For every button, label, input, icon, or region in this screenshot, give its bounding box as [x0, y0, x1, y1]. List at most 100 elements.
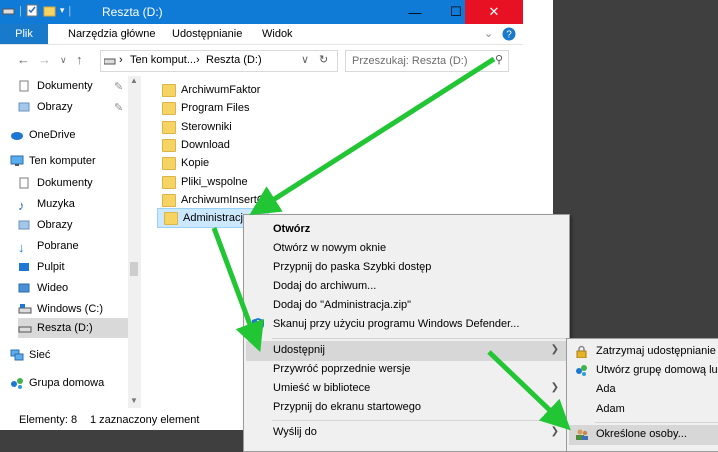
svg-text:?: ?: [506, 30, 512, 41]
menu-item-pin-start[interactable]: Przypnij do ekranu startowego: [246, 398, 567, 418]
menu-separator: [272, 420, 566, 421]
defender-icon: [251, 318, 265, 335]
up-button[interactable]: ↑: [76, 52, 83, 67]
forward-button[interactable]: →: [38, 52, 51, 67]
document-icon: [18, 177, 32, 189]
pictures-icon: [18, 219, 32, 231]
navigation-pane: Dokumenty ✎ Obrazy ✎ OneDrive Ten komput…: [0, 76, 143, 406]
properties-icon[interactable]: [26, 4, 39, 17]
nav-item-onedrive[interactable]: OneDrive: [10, 125, 75, 145]
list-item[interactable]: Pliki_wspolne: [156, 173, 248, 191]
nav-item-downloads[interactable]: ↓ Pobrane: [18, 236, 79, 256]
pin-icon[interactable]: ✎: [114, 80, 123, 93]
nav-item-videos[interactable]: Wideo: [18, 278, 68, 298]
close-button[interactable]: ✕: [465, 0, 523, 24]
folder-icon: [162, 156, 176, 170]
submenu-arrow-icon: ❯: [550, 426, 559, 437]
pictures-icon: [18, 101, 32, 113]
nav-item-homegroup[interactable]: Grupa domowa: [10, 373, 104, 393]
menu-item-open-new-window[interactable]: Otwórz w nowym oknie: [246, 239, 567, 259]
download-icon: ↓: [18, 240, 25, 255]
nav-item-pictures[interactable]: Obrazy: [18, 215, 72, 235]
address-bar[interactable]: › Ten komput... › Reszta (D:) ∨ ↻: [100, 50, 338, 72]
nav-item-network[interactable]: Sieć: [10, 345, 50, 365]
menu-item-include-library[interactable]: Umieść w bibliotece ❯: [246, 379, 567, 399]
submenu-arrow-icon: ❯: [550, 344, 559, 355]
ribbon-tabs: Plik Narzędzia główne Udostępnianie Wido…: [0, 24, 523, 45]
title-bar: | ▾ | Reszta (D:) — ☐ ✕: [0, 0, 523, 24]
menu-item-share[interactable]: Udostępnij ❯: [246, 341, 567, 361]
search-icon: ⚲: [494, 54, 503, 66]
expand-ribbon-icon[interactable]: ⌄: [484, 24, 493, 44]
list-item[interactable]: Kopie: [156, 154, 209, 172]
homegroup-icon: [575, 364, 588, 377]
help-icon[interactable]: ?: [502, 27, 516, 47]
video-icon: [18, 282, 32, 294]
context-menu: Otwórz Otwórz w nowym oknie Przypnij do …: [243, 214, 570, 452]
nav-scrollbar[interactable]: ▲ ▼: [128, 76, 141, 408]
list-item[interactable]: Sterowniki: [156, 118, 232, 136]
nav-item-desktop[interactable]: Pulpit: [18, 257, 65, 277]
menu-item-restore-versions[interactable]: Przywróć poprzednie wersje: [246, 360, 567, 380]
folder-icon: [162, 138, 176, 152]
menu-separator: [272, 338, 566, 339]
breadcrumb-computer[interactable]: Ten komput...: [130, 54, 196, 66]
drive-icon: [103, 56, 116, 69]
nav-item-this-pc[interactable]: Ten komputer: [10, 151, 96, 171]
submenu-item-specific-people[interactable]: Określone osoby...: [569, 425, 718, 445]
document-icon: [18, 80, 32, 92]
new-folder-icon[interactable]: [43, 4, 56, 17]
folder-icon: [162, 101, 176, 115]
list-item[interactable]: Program Files: [156, 99, 249, 117]
breadcrumb-drive[interactable]: Reszta (D:): [206, 54, 262, 66]
tab-file[interactable]: Plik: [0, 24, 48, 44]
submenu-item-user-ada[interactable]: Ada: [569, 380, 718, 400]
quick-access-dropdown-icon[interactable]: ▾: [60, 5, 65, 16]
recent-locations-icon[interactable]: ∨: [60, 55, 67, 66]
folder-icon: [164, 211, 178, 225]
item-count: Elementy: 8: [19, 414, 78, 426]
drive-icon[interactable]: [2, 4, 15, 17]
share-submenu: Zatrzymaj udostępnianie Utwórz grupę dom…: [566, 338, 718, 452]
drive-icon: [18, 303, 32, 315]
submenu-item-user-adam[interactable]: Adam: [569, 400, 718, 420]
menu-item-open[interactable]: Otwórz: [246, 220, 567, 240]
window-title: Reszta (D:): [102, 5, 163, 19]
list-item[interactable]: ArchiwumFaktor: [156, 81, 260, 99]
computer-icon: [10, 155, 24, 167]
submenu-arrow-icon: ❯: [550, 382, 559, 393]
network-icon: [10, 349, 24, 361]
minimize-button[interactable]: —: [395, 0, 435, 24]
homegroup-icon: [10, 377, 24, 389]
menu-item-add-to-zip[interactable]: Dodaj do "Administracja.zip": [246, 296, 567, 316]
menu-item-defender-scan[interactable]: Skanuj przy użyciu programu Windows Defe…: [246, 315, 567, 335]
scroll-thumb[interactable]: [130, 262, 138, 276]
nav-item-pictures-quick[interactable]: Obrazy ✎: [18, 97, 123, 117]
scroll-up-icon[interactable]: ▲: [130, 76, 138, 85]
nav-item-drive-d[interactable]: Reszta (D:): [18, 318, 128, 338]
submenu-item-create-homegroup[interactable]: Utwórz grupę domową lub: [569, 361, 718, 381]
list-item[interactable]: Download: [156, 136, 230, 154]
drive-icon: [18, 322, 32, 334]
back-button[interactable]: ←: [17, 52, 30, 67]
nav-item-documents-quick[interactable]: Dokumenty ✎: [18, 76, 123, 96]
history-dropdown-icon[interactable]: ∨: [301, 53, 309, 66]
menu-item-add-to-archive[interactable]: Dodaj do archiwum...: [246, 277, 567, 297]
breadcrumb-separator: ›: [196, 54, 200, 66]
list-item[interactable]: ArchiwumInsertGT: [156, 191, 272, 209]
nav-item-music[interactable]: ♪ Muzyka: [18, 194, 75, 214]
refresh-icon[interactable]: ↻: [319, 53, 328, 66]
onedrive-icon: [10, 129, 24, 141]
pin-icon[interactable]: ✎: [114, 101, 123, 114]
nav-item-documents[interactable]: Dokumenty: [18, 173, 93, 193]
tab-view[interactable]: Widok: [262, 24, 293, 44]
music-icon: ♪: [18, 198, 25, 213]
tab-home[interactable]: Narzędzia główne: [68, 24, 155, 44]
scroll-down-icon[interactable]: ▼: [130, 396, 138, 405]
menu-item-send-to[interactable]: Wyślij do ❯: [246, 423, 567, 443]
search-input[interactable]: Przeszukaj: Reszta (D:) ⚲: [345, 50, 509, 72]
menu-item-pin-quick-access[interactable]: Przypnij do paska Szybki dostęp: [246, 258, 567, 278]
nav-item-drive-c[interactable]: Windows (C:): [18, 299, 103, 319]
submenu-item-stop-sharing[interactable]: Zatrzymaj udostępnianie: [569, 342, 718, 362]
tab-share[interactable]: Udostępnianie: [172, 24, 242, 44]
